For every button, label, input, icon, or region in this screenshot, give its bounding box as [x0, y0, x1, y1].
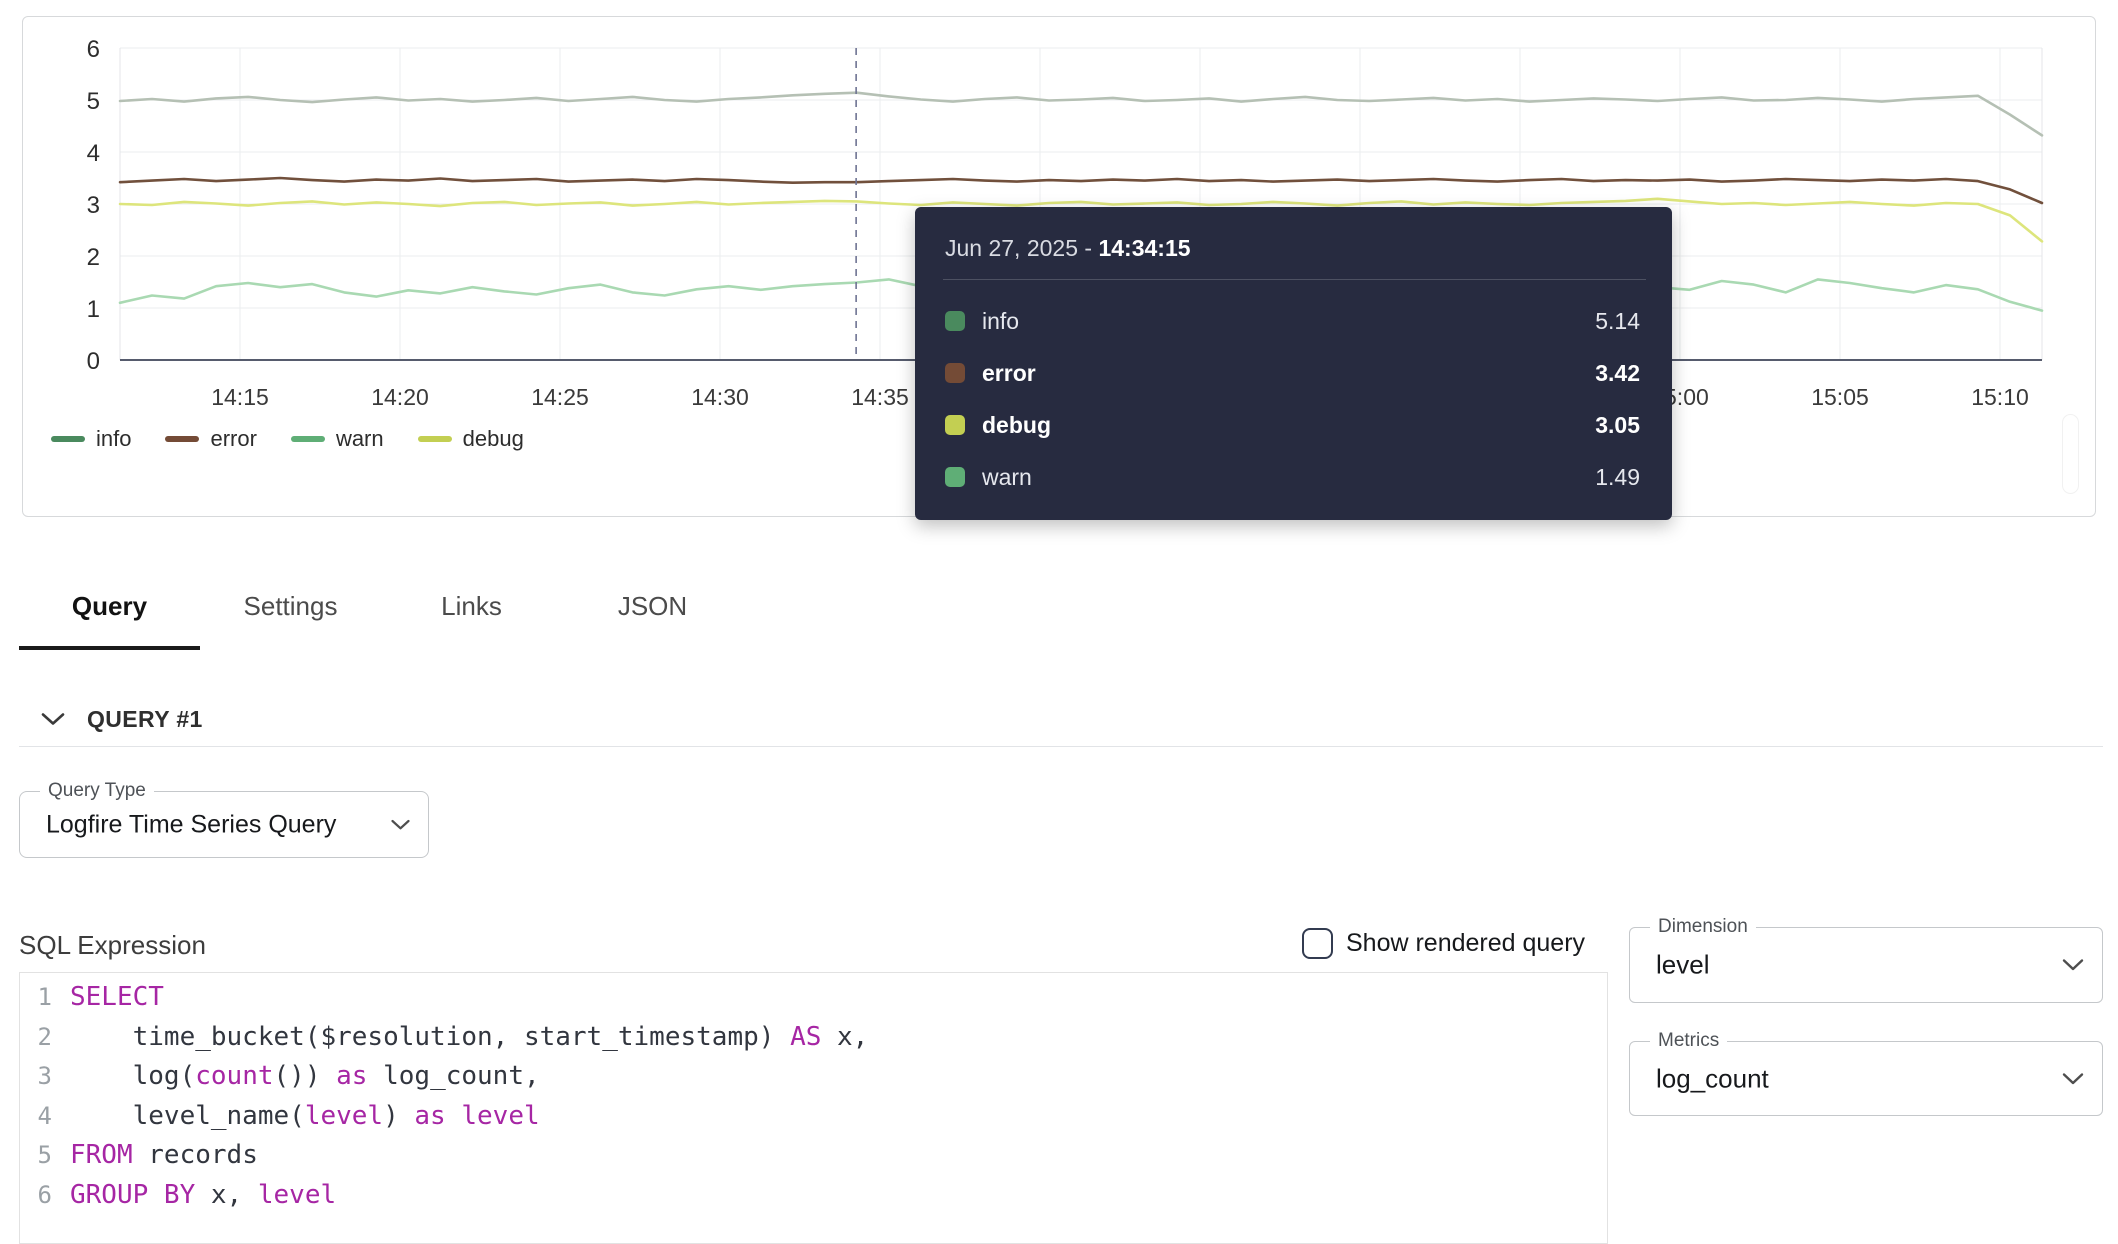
metrics-select[interactable]: Metrics log_count: [1629, 1041, 2103, 1116]
legend-swatch-info: [51, 436, 85, 442]
legend-item-error[interactable]: error: [165, 426, 256, 452]
x-axis-tick: 14:35: [851, 384, 909, 410]
query-type-label: Query Type: [40, 781, 154, 801]
show-rendered-query-label: Show rendered query: [1346, 929, 1585, 958]
show-rendered-query-toggle[interactable]: Show rendered query: [1302, 928, 1585, 959]
code-text: level_name(level) as level: [70, 1097, 540, 1137]
tooltip-divider: [943, 279, 1646, 280]
legend-item-info[interactable]: info: [51, 426, 131, 452]
x-axis-tick: 14:30: [691, 384, 749, 410]
tab-links[interactable]: Links: [381, 566, 562, 650]
tooltip-series-name: debug: [982, 412, 1051, 439]
tooltip-date: Jun 27, 2025 -: [945, 235, 1098, 261]
x-axis-tick: 14:15: [211, 384, 269, 410]
tooltip-series-value: 1.49: [1595, 464, 1640, 491]
chart-tooltip: Jun 27, 2025 - 14:34:15 info 5.14 error 3.4…: [915, 207, 1672, 520]
y-axis-tick: 0: [87, 348, 100, 375]
chevron-down-icon: [2062, 1072, 2084, 1085]
y-axis-tick: 1: [87, 296, 100, 323]
line-number: 6: [20, 1176, 70, 1216]
chevron-down-icon: [391, 819, 410, 830]
x-axis-tick: 14:25: [531, 384, 589, 410]
line-number: 4: [20, 1097, 70, 1137]
x-axis-tick: 15:10: [1971, 384, 2029, 410]
legend-item-warn[interactable]: warn: [291, 426, 384, 452]
chevron-down-icon: [41, 712, 65, 726]
tab-json[interactable]: JSON: [562, 566, 743, 650]
legend-label: warn: [336, 426, 384, 452]
tooltip-rows: info 5.14 error 3.42 debug 3.05 warn 1.49: [945, 295, 1640, 503]
code-text: SELECT: [70, 978, 164, 1018]
legend-label: info: [96, 426, 131, 452]
legend-swatch-debug: [418, 436, 452, 442]
legend-swatch-warn: [291, 436, 325, 442]
code-line[interactable]: 1SELECT: [20, 978, 1607, 1018]
sql-expression-label: SQL Expression: [19, 930, 206, 961]
chevron-down-icon: [2062, 959, 2084, 972]
metrics-value: log_count: [1656, 1063, 1769, 1094]
show-rendered-query-checkbox[interactable]: [1302, 928, 1333, 959]
x-axis-tick: 15:05: [1811, 384, 1869, 410]
sql-code-editor[interactable]: 1SELECT2 time_bucket($resolution, start_…: [19, 972, 1608, 1244]
tab-query[interactable]: Query: [19, 566, 200, 650]
section-divider: [19, 746, 2103, 747]
line-number: 2: [20, 1018, 70, 1058]
metrics-label: Metrics: [1650, 1031, 1727, 1051]
tooltip-series-value: 3.05: [1595, 412, 1640, 439]
series-line-info: [120, 93, 2042, 136]
series-swatch-error: [945, 363, 965, 383]
tab-settings[interactable]: Settings: [200, 566, 381, 650]
tooltip-row-warn: warn 1.49: [945, 451, 1640, 503]
code-line[interactable]: 3 log(count()) as log_count,: [20, 1057, 1607, 1097]
line-number: 3: [20, 1057, 70, 1097]
y-axis-tick: 2: [87, 244, 100, 271]
legend-item-debug[interactable]: debug: [418, 426, 524, 452]
tooltip-series-name: info: [982, 308, 1019, 335]
tooltip-time: 14:34:15: [1098, 235, 1190, 261]
tab-bar: QuerySettingsLinksJSON: [19, 566, 743, 650]
tooltip-row-debug: debug 3.05: [945, 399, 1640, 451]
tooltip-series-value: 5.14: [1595, 308, 1640, 335]
code-text: time_bucket($resolution, start_timestamp…: [70, 1018, 868, 1058]
tooltip-series-name: warn: [982, 464, 1032, 491]
tooltip-row-error: error 3.42: [945, 347, 1640, 399]
code-line[interactable]: 6GROUP BY x, level: [20, 1176, 1607, 1216]
legend-swatch-error: [165, 436, 199, 442]
code-text: FROM records: [70, 1136, 258, 1176]
dimension-label: Dimension: [1650, 917, 1756, 937]
series-swatch-warn: [945, 467, 965, 487]
tooltip-series-name: error: [982, 360, 1036, 387]
query-type-value: Logfire Time Series Query: [46, 810, 336, 839]
chart-legend: info error warn debug: [51, 425, 524, 453]
line-number: 1: [20, 978, 70, 1018]
code-text: GROUP BY x, level: [70, 1176, 336, 1216]
scrollbar-thumb[interactable]: [2063, 415, 2078, 493]
query-section-header[interactable]: QUERY #1: [41, 700, 203, 738]
line-number: 5: [20, 1136, 70, 1176]
code-text: log(count()) as log_count,: [70, 1057, 540, 1097]
legend-label: error: [210, 426, 256, 452]
y-axis-tick: 4: [87, 140, 100, 167]
x-axis-tick: 14:20: [371, 384, 429, 410]
query-type-select[interactable]: Query Type Logfire Time Series Query: [19, 791, 429, 858]
dashboard-page: 012345614:1514:2014:2514:3014:3514:4014:…: [0, 0, 2118, 1244]
series-swatch-info: [945, 311, 965, 331]
legend-label: debug: [463, 426, 524, 452]
code-line[interactable]: 2 time_bucket($resolution, start_timesta…: [20, 1018, 1607, 1058]
series-swatch-debug: [945, 415, 965, 435]
y-axis-tick: 6: [87, 36, 100, 63]
tooltip-series-value: 3.42: [1595, 360, 1640, 387]
query-section-title: QUERY #1: [87, 706, 203, 733]
y-axis-tick: 3: [87, 192, 100, 219]
dimension-value: level: [1656, 950, 1709, 981]
series-line-error: [120, 178, 2042, 203]
tooltip-timestamp: Jun 27, 2025 - 14:34:15: [945, 235, 1191, 262]
y-axis-tick: 5: [87, 88, 100, 115]
dimension-select[interactable]: Dimension level: [1629, 927, 2103, 1003]
code-line[interactable]: 4 level_name(level) as level: [20, 1097, 1607, 1137]
tooltip-row-info: info 5.14: [945, 295, 1640, 347]
code-line[interactable]: 5FROM records: [20, 1136, 1607, 1176]
